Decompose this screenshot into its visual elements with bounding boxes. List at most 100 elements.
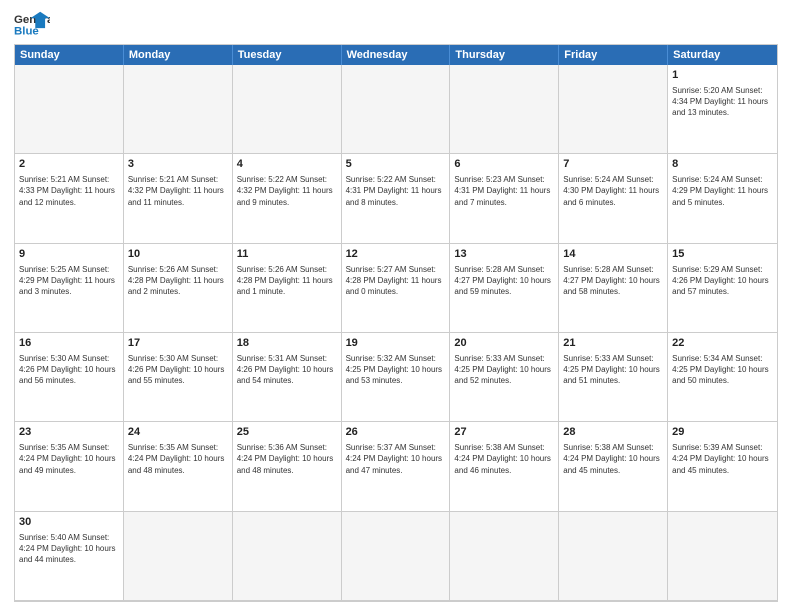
day-number: 15: [672, 247, 773, 262]
day-info: Sunrise: 5:26 AM Sunset: 4:28 PM Dayligh…: [128, 264, 228, 298]
day-info: Sunrise: 5:38 AM Sunset: 4:24 PM Dayligh…: [454, 442, 554, 476]
calendar-day-18: 18 Sunrise: 5:31 AM Sunset: 4:26 PM Dayli…: [233, 333, 342, 422]
day-number: 30: [19, 515, 119, 530]
day-number: 27: [454, 425, 554, 440]
day-header-monday: Monday: [124, 45, 233, 65]
day-number: 29: [672, 425, 773, 440]
calendar-empty-cell: [15, 65, 124, 154]
day-number: 28: [563, 425, 663, 440]
calendar-empty-cell: [233, 65, 342, 154]
calendar-day-13: 13 Sunrise: 5:28 AM Sunset: 4:27 PM Dayli…: [450, 244, 559, 333]
day-number: 24: [128, 425, 228, 440]
calendar-grid: 1Sunrise: 5:20 AM Sunset: 4:34 PM Daylig…: [15, 65, 777, 601]
day-header-thursday: Thursday: [450, 45, 559, 65]
day-number: 2: [19, 157, 119, 172]
day-info: Sunrise: 5:27 AM Sunset: 4:28 PM Dayligh…: [346, 264, 446, 298]
day-info: Sunrise: 5:29 AM Sunset: 4:26 PM Dayligh…: [672, 264, 773, 298]
day-info: Sunrise: 5:23 AM Sunset: 4:31 PM Dayligh…: [454, 174, 554, 208]
svg-text:Blue: Blue: [14, 26, 39, 38]
calendar-empty-cell: [450, 512, 559, 601]
calendar-day-15: 15 Sunrise: 5:29 AM Sunset: 4:26 PM Dayli…: [668, 244, 777, 333]
day-info: Sunrise: 5:40 AM Sunset: 4:24 PM Dayligh…: [19, 532, 119, 566]
calendar-day-27: 27 Sunrise: 5:38 AM Sunset: 4:24 PM Dayli…: [450, 422, 559, 511]
day-info: Sunrise: 5:24 AM Sunset: 4:30 PM Dayligh…: [563, 174, 663, 208]
header: General Blue: [14, 10, 778, 38]
day-number: 8: [672, 157, 773, 172]
calendar-day-10: 10 Sunrise: 5:26 AM Sunset: 4:28 PM Dayli…: [124, 244, 233, 333]
day-info: Sunrise: 5:22 AM Sunset: 4:32 PM Dayligh…: [237, 174, 337, 208]
day-number: 1: [672, 68, 773, 83]
day-number: 16: [19, 336, 119, 351]
calendar-day-7: 7Sunrise: 5:24 AM Sunset: 4:30 PM Daylig…: [559, 154, 668, 243]
day-info: Sunrise: 5:35 AM Sunset: 4:24 PM Dayligh…: [19, 442, 119, 476]
calendar-day-11: 11 Sunrise: 5:26 AM Sunset: 4:28 PM Dayli…: [233, 244, 342, 333]
generalblue-logo-icon: General Blue: [14, 10, 50, 38]
day-number: 25: [237, 425, 337, 440]
calendar-day-12: 12 Sunrise: 5:27 AM Sunset: 4:28 PM Dayli…: [342, 244, 451, 333]
day-number: 20: [454, 336, 554, 351]
day-number: 11: [237, 247, 337, 262]
day-number: 5: [346, 157, 446, 172]
day-info: Sunrise: 5:28 AM Sunset: 4:27 PM Dayligh…: [563, 264, 663, 298]
calendar-day-22: 22 Sunrise: 5:34 AM Sunset: 4:25 PM Dayli…: [668, 333, 777, 422]
day-header-sunday: Sunday: [15, 45, 124, 65]
calendar-day-23: 23 Sunrise: 5:35 AM Sunset: 4:24 PM Dayli…: [15, 422, 124, 511]
calendar-empty-cell: [233, 512, 342, 601]
calendar-day-26: 26 Sunrise: 5:37 AM Sunset: 4:24 PM Dayli…: [342, 422, 451, 511]
calendar-empty-cell: [450, 65, 559, 154]
calendar-day-14: 14 Sunrise: 5:28 AM Sunset: 4:27 PM Dayli…: [559, 244, 668, 333]
day-info: Sunrise: 5:30 AM Sunset: 4:26 PM Dayligh…: [19, 353, 119, 387]
day-info: Sunrise: 5:22 AM Sunset: 4:31 PM Dayligh…: [346, 174, 446, 208]
calendar-empty-cell: [342, 512, 451, 601]
day-number: 12: [346, 247, 446, 262]
calendar-day-19: 19Sunrise: 5:32 AM Sunset: 4:25 PM Dayli…: [342, 333, 451, 422]
day-info: Sunrise: 5:32 AM Sunset: 4:25 PM Dayligh…: [346, 353, 446, 387]
day-number: 18: [237, 336, 337, 351]
calendar-day-21: 21Sunrise: 5:33 AM Sunset: 4:25 PM Dayli…: [559, 333, 668, 422]
day-info: Sunrise: 5:28 AM Sunset: 4:27 PM Dayligh…: [454, 264, 554, 298]
calendar-day-2: 2 Sunrise: 5:21 AM Sunset: 4:33 PM Daylig…: [15, 154, 124, 243]
calendar-empty-cell: [668, 512, 777, 601]
day-number: 13: [454, 247, 554, 262]
day-number: 22: [672, 336, 773, 351]
day-info: Sunrise: 5:26 AM Sunset: 4:28 PM Dayligh…: [237, 264, 337, 298]
logo: General Blue: [14, 10, 50, 38]
day-info: Sunrise: 5:34 AM Sunset: 4:25 PM Dayligh…: [672, 353, 773, 387]
day-info: Sunrise: 5:37 AM Sunset: 4:24 PM Dayligh…: [346, 442, 446, 476]
day-info: Sunrise: 5:31 AM Sunset: 4:26 PM Dayligh…: [237, 353, 337, 387]
day-number: 6: [454, 157, 554, 172]
calendar-day-5: 5 Sunrise: 5:22 AM Sunset: 4:31 PM Daylig…: [342, 154, 451, 243]
calendar-day-24: 24Sunrise: 5:35 AM Sunset: 4:24 PM Dayli…: [124, 422, 233, 511]
day-info: Sunrise: 5:33 AM Sunset: 4:25 PM Dayligh…: [454, 353, 554, 387]
day-header-wednesday: Wednesday: [342, 45, 451, 65]
day-number: 10: [128, 247, 228, 262]
day-info: Sunrise: 5:21 AM Sunset: 4:33 PM Dayligh…: [19, 174, 119, 208]
day-number: 14: [563, 247, 663, 262]
day-info: Sunrise: 5:38 AM Sunset: 4:24 PM Dayligh…: [563, 442, 663, 476]
calendar-day-25: 25 Sunrise: 5:36 AM Sunset: 4:24 PM Dayli…: [233, 422, 342, 511]
day-header-tuesday: Tuesday: [233, 45, 342, 65]
calendar-day-6: 6 Sunrise: 5:23 AM Sunset: 4:31 PM Daylig…: [450, 154, 559, 243]
calendar-day-20: 20 Sunrise: 5:33 AM Sunset: 4:25 PM Dayli…: [450, 333, 559, 422]
day-number: 9: [19, 247, 119, 262]
day-info: Sunrise: 5:25 AM Sunset: 4:29 PM Dayligh…: [19, 264, 119, 298]
calendar-day-3: 3 Sunrise: 5:21 AM Sunset: 4:32 PM Daylig…: [124, 154, 233, 243]
calendar-empty-cell: [124, 512, 233, 601]
day-headers: SundayMondayTuesdayWednesdayThursdayFrid…: [15, 45, 777, 65]
day-info: Sunrise: 5:36 AM Sunset: 4:24 PM Dayligh…: [237, 442, 337, 476]
calendar-empty-cell: [342, 65, 451, 154]
day-info: Sunrise: 5:21 AM Sunset: 4:32 PM Dayligh…: [128, 174, 228, 208]
day-number: 23: [19, 425, 119, 440]
calendar-day-16: 16 Sunrise: 5:30 AM Sunset: 4:26 PM Dayli…: [15, 333, 124, 422]
calendar-day-1: 1Sunrise: 5:20 AM Sunset: 4:34 PM Daylig…: [668, 65, 777, 154]
day-info: Sunrise: 5:24 AM Sunset: 4:29 PM Dayligh…: [672, 174, 773, 208]
calendar: SundayMondayTuesdayWednesdayThursdayFrid…: [14, 44, 778, 602]
calendar-day-30: 30 Sunrise: 5:40 AM Sunset: 4:24 PM Dayli…: [15, 512, 124, 601]
calendar-day-29: 29Sunrise: 5:39 AM Sunset: 4:24 PM Dayli…: [668, 422, 777, 511]
calendar-day-9: 9 Sunrise: 5:25 AM Sunset: 4:29 PM Daylig…: [15, 244, 124, 333]
day-header-friday: Friday: [559, 45, 668, 65]
day-number: 26: [346, 425, 446, 440]
day-number: 21: [563, 336, 663, 351]
calendar-empty-cell: [559, 65, 668, 154]
day-number: 3: [128, 157, 228, 172]
